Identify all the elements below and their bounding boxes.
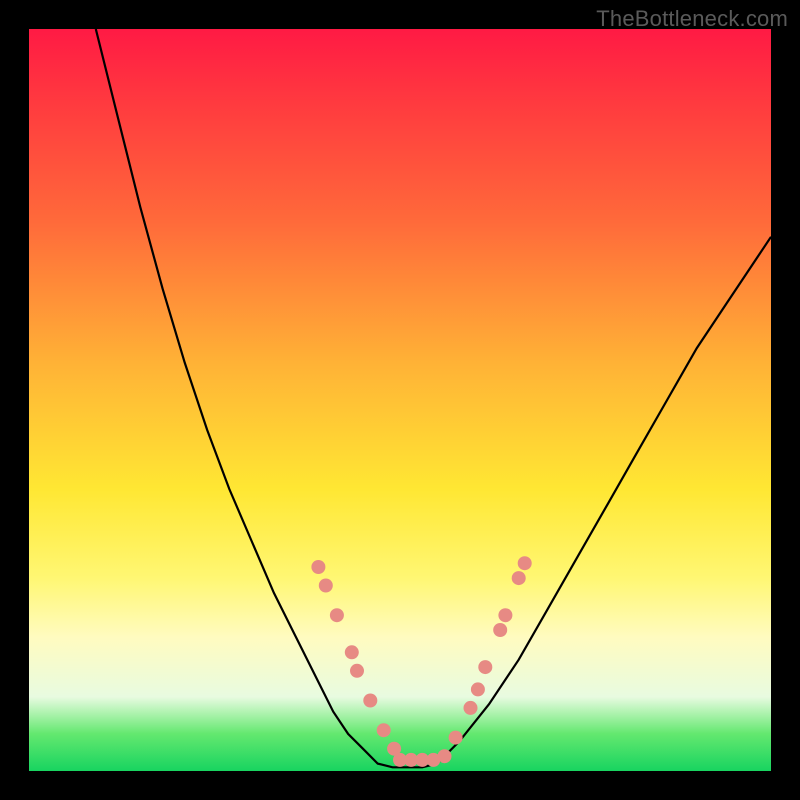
- marker-dot: [345, 645, 359, 659]
- marker-dot: [512, 571, 526, 585]
- marker-dot: [311, 560, 325, 574]
- marker-dot: [464, 701, 478, 715]
- marker-dot: [498, 608, 512, 622]
- marker-dot: [478, 660, 492, 674]
- marker-layer: [311, 556, 531, 767]
- marker-dot: [330, 608, 344, 622]
- marker-dot: [363, 694, 377, 708]
- marker-dot: [471, 682, 485, 696]
- bottleneck-curve: [96, 29, 771, 767]
- marker-dot: [319, 579, 333, 593]
- marker-dot: [493, 623, 507, 637]
- marker-dot: [449, 731, 463, 745]
- attribution-text: TheBottleneck.com: [596, 6, 788, 32]
- marker-dot: [350, 664, 364, 678]
- marker-dot: [438, 749, 452, 763]
- curve-group: [96, 29, 771, 767]
- marker-dot: [518, 556, 532, 570]
- bottleneck-curve-svg: [29, 29, 771, 771]
- marker-dot: [377, 723, 391, 737]
